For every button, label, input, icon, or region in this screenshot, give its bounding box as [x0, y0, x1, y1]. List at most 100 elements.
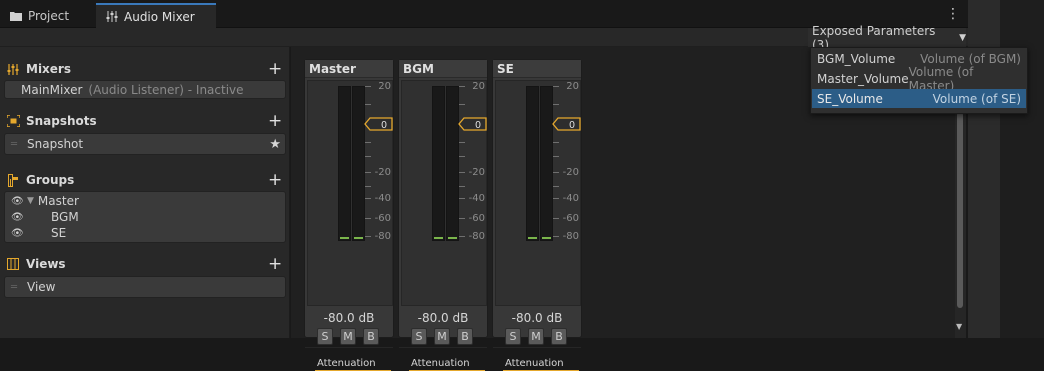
meter-level-bar: [528, 237, 537, 239]
meter-level-bar: [340, 237, 349, 239]
db-scale: 20 -20 -40 -60 -80: [445, 82, 485, 246]
exposed-param-se[interactable]: SE_Volume Volume (of SE): [812, 89, 1026, 108]
mixer-item[interactable]: MainMixer (Audio Listener) - Inactive: [5, 81, 285, 98]
scale-tick: [365, 104, 371, 105]
scale-label: 20: [378, 81, 391, 92]
attenuation-label[interactable]: Attenuation: [411, 358, 470, 369]
group-item-master[interactable]: 👁 ▼ Master: [5, 193, 285, 209]
scrollbar-thumb[interactable]: [957, 112, 963, 308]
group-name: Master: [37, 194, 79, 208]
views-list: ═ View: [4, 276, 286, 298]
view-item[interactable]: ═ View: [5, 277, 285, 297]
meter-level-bar: [434, 237, 443, 239]
mixer-strip-master: Master 20 -20 -40 -60 -80 0 -80.0 dB S M B A…: [304, 59, 394, 371]
mute-button[interactable]: M: [528, 328, 544, 345]
more-options-icon[interactable]: ⋮: [946, 7, 960, 21]
mute-button[interactable]: M: [434, 328, 450, 345]
view-name: View: [27, 280, 56, 294]
views-title: Views: [26, 257, 66, 271]
mixer-name: MainMixer: [21, 82, 83, 97]
bypass-button[interactable]: B: [457, 328, 473, 345]
mixer-strip-se: SE 20 -20 -40 -60 -80 0 -80.0 dB S M B Atten…: [492, 59, 582, 371]
mixers-title: Mixers: [26, 62, 71, 76]
scale-label: -20: [374, 167, 391, 178]
scale-tick: [553, 218, 559, 219]
scale-tick: [553, 104, 559, 105]
solo-button[interactable]: S: [411, 328, 427, 345]
volume-fader-handle[interactable]: 0: [458, 117, 488, 131]
param-hint: Volume (of SE): [932, 91, 1021, 106]
add-mixer-button[interactable]: +: [268, 61, 282, 78]
triangle-down-icon[interactable]: ▼: [27, 196, 34, 206]
solo-button[interactable]: S: [317, 328, 333, 345]
divider: [493, 347, 581, 348]
fader-value: 0: [381, 120, 387, 131]
attenuation-label[interactable]: Attenuation: [505, 358, 564, 369]
caret-down-icon: ▼: [959, 32, 966, 43]
db-readout: -80.0 dB: [511, 311, 563, 325]
scale-tick: [553, 172, 559, 173]
bypass-button[interactable]: B: [363, 328, 379, 345]
scale-tick: [365, 236, 371, 237]
exposed-param-master[interactable]: Master_Volume Volume (of Master): [812, 65, 1026, 93]
tab-project[interactable]: Project: [0, 3, 94, 28]
scale-tick: [365, 86, 371, 87]
scale-label: -80: [562, 231, 579, 242]
add-group-button[interactable]: +: [268, 172, 282, 189]
scale-label: -80: [468, 231, 485, 242]
star-icon[interactable]: ★: [269, 137, 281, 152]
mute-button[interactable]: M: [340, 328, 356, 345]
snapshots-list: ═ Snapshot ★: [4, 133, 286, 155]
db-scale: 20 -20 -40 -60 -80: [539, 82, 579, 246]
mixers-list: MainMixer (Audio Listener) - Inactive: [4, 80, 286, 99]
solo-button[interactable]: S: [505, 328, 521, 345]
scale-tick: [365, 218, 371, 219]
scale-tick: [459, 218, 465, 219]
strip-title: Master: [309, 62, 356, 76]
db-scale: 20 -20 -40 -60 -80: [351, 82, 391, 246]
sliders-icon: [106, 11, 118, 22]
volume-fader-handle[interactable]: 0: [364, 117, 394, 131]
scale-tick: [365, 198, 371, 199]
snapshot-item[interactable]: ═ Snapshot ★: [5, 134, 285, 154]
volume-fader-handle[interactable]: 0: [552, 117, 582, 131]
add-view-button[interactable]: +: [268, 256, 282, 273]
mixer-strip-bgm: BGM 20 -20 -40 -60 -80 0 -80.0 dB S M B Atte…: [398, 59, 488, 371]
mixer-icon: [6, 62, 20, 76]
groups-header: Groups: [6, 171, 74, 189]
exposed-parameters-dropdown[interactable]: Exposed Parameters (3) ▼: [808, 24, 966, 52]
strip-title: BGM: [403, 62, 434, 76]
mixers-header: Mixers: [6, 60, 71, 78]
scale-tick: [459, 142, 465, 143]
scale-tick: [553, 186, 559, 187]
views-icon: [6, 257, 20, 271]
tab-audio-mixer-label: Audio Mixer: [124, 9, 195, 24]
mixer-status: (Audio Listener) - Inactive: [88, 82, 244, 97]
eye-icon[interactable]: 👁: [11, 212, 24, 223]
exposed-parameters-menu: BGM_Volume Volume (of BGM) Master_Volume…: [810, 47, 1028, 114]
folder-icon: [10, 11, 22, 21]
drag-handle-icon: ═: [11, 281, 18, 293]
drag-handle-icon: ═: [11, 138, 18, 150]
scale-tick: [365, 172, 371, 173]
add-snapshot-button[interactable]: +: [268, 113, 282, 130]
scale-tick: [459, 156, 465, 157]
snapshots-header: Snapshots: [6, 112, 97, 130]
group-icon: [6, 173, 20, 187]
bypass-button[interactable]: B: [551, 328, 567, 345]
scale-tick: [459, 186, 465, 187]
scale-label: -60: [562, 213, 579, 224]
mixer-sidebar: Mixers + MainMixer (Audio Listener) - In…: [0, 47, 290, 338]
tab-audio-mixer[interactable]: Audio Mixer: [96, 3, 216, 28]
group-item-bgm[interactable]: 👁 BGM: [5, 209, 285, 225]
fader-value: 0: [475, 120, 481, 131]
level-meter-left: [338, 86, 351, 241]
attenuation-label[interactable]: Attenuation: [317, 358, 376, 369]
scroll-down-icon[interactable]: ▼: [956, 322, 965, 331]
eye-icon[interactable]: 👁: [11, 196, 24, 207]
scale-label: -20: [562, 167, 579, 178]
scale-tick: [365, 186, 371, 187]
scale-tick: [553, 142, 559, 143]
group-item-se[interactable]: 👁 SE: [5, 225, 285, 241]
eye-icon[interactable]: 👁: [11, 228, 24, 239]
